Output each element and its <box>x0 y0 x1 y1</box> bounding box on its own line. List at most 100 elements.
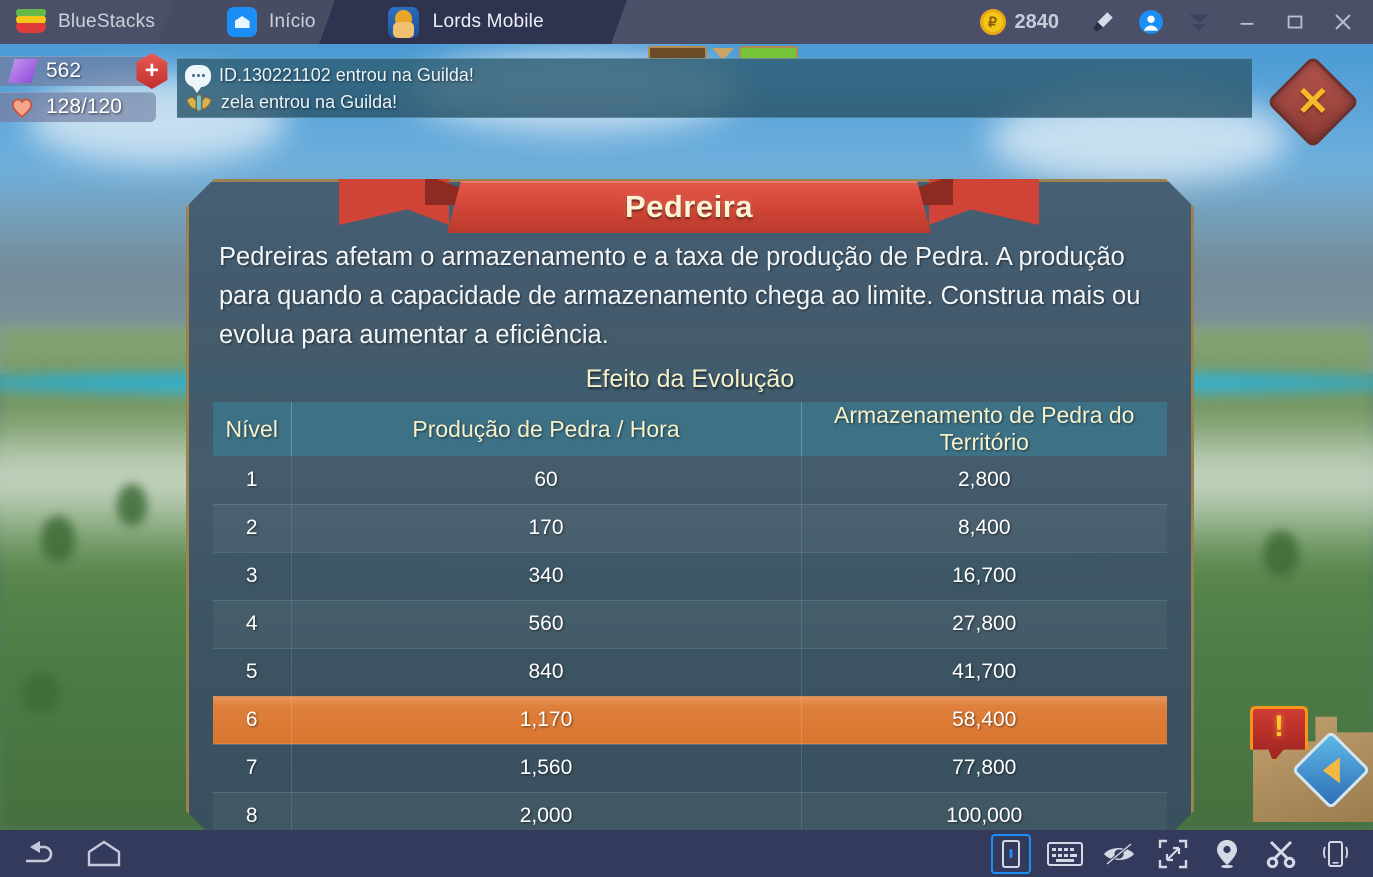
dialog-title: Pedreira <box>624 189 754 224</box>
location-pin-icon[interactable] <box>1207 834 1247 874</box>
home-icon <box>227 7 258 37</box>
eye-off-icon[interactable] <box>1099 834 1139 874</box>
home-outline-icon[interactable] <box>84 834 124 874</box>
chat-line: ID.130221102 entrou na Guilda! <box>185 62 1252 93</box>
gem-value: 562 <box>46 59 82 82</box>
fullscreen-icon[interactable] <box>1153 834 1193 874</box>
gem-resource-row[interactable]: 562 + <box>0 53 168 89</box>
user-profile-icon[interactable] <box>1127 0 1175 44</box>
points-value: 2840 <box>1014 10 1060 33</box>
back-icon[interactable] <box>18 834 58 874</box>
table-row-highlighted: 6 1,170 58,400 <box>213 696 1167 744</box>
cell-level: 6 <box>213 696 291 744</box>
background-tree <box>116 484 147 527</box>
dialog-body: Pedreiras afetam o armazenamento e a tax… <box>189 182 1191 830</box>
scissors-icon[interactable] <box>1261 834 1301 874</box>
chat-bubble-icon <box>185 64 211 93</box>
table-row: 4 560 27,800 <box>213 600 1167 648</box>
game-viewport[interactable]: 562 + 128/120 ID.130221102 entrou na Gui… <box>0 44 1373 830</box>
navigation-buttons <box>0 834 124 874</box>
table-row: 7 1,560 77,800 <box>213 744 1167 792</box>
cell-storage: 77,800 <box>801 744 1167 792</box>
emulator-tools <box>991 833 1373 874</box>
chat-message-text: ID.130221102 entrou na Guilda! <box>219 65 474 85</box>
window-controls: ₽ 2840 <box>979 0 1373 44</box>
tab-lords-mobile[interactable]: Lords Mobile <box>318 0 627 44</box>
bluestacks-bottom-toolbar <box>0 830 1373 877</box>
banner-main: Pedreira <box>447 181 931 233</box>
cell-level: 5 <box>213 648 291 696</box>
cell-production: 1,170 <box>291 696 801 744</box>
close-diamond-shape: ✕ <box>1266 55 1360 149</box>
cell-storage: 2,800 <box>801 456 1167 504</box>
guild-wing-icon <box>185 91 213 115</box>
cell-production: 560 <box>291 600 801 648</box>
cell-storage: 16,700 <box>801 552 1167 600</box>
points-indicator[interactable]: ₽ 2840 <box>979 9 1060 35</box>
cell-level: 1 <box>213 456 291 504</box>
close-dialog-button[interactable]: ✕ <box>1266 55 1360 149</box>
cell-production: 840 <box>291 648 801 696</box>
chat-message-text: zela entrou na Guilda! <box>221 92 398 112</box>
heart-icon <box>8 94 36 120</box>
maximize-icon[interactable] <box>1271 0 1319 44</box>
paintbrush-icon[interactable] <box>1079 0 1127 44</box>
tab-home-label: Início <box>269 11 316 32</box>
dialog-description: Pedreiras afetam o armazenamento e a tax… <box>219 243 1141 349</box>
table-body: 1 60 2,800 2 170 8,400 3 340 16,700 4 56… <box>213 456 1167 830</box>
tab-bluestacks-label: BlueStacks <box>58 11 156 32</box>
minimize-icon[interactable] <box>1223 0 1271 44</box>
table-row: 8 2,000 100,000 <box>213 792 1167 830</box>
shake-phone-icon[interactable] <box>1315 834 1355 874</box>
column-header-level: Nível <box>213 402 291 456</box>
tab-home[interactable]: Início <box>158 0 365 44</box>
cell-production: 2,000 <box>291 792 801 830</box>
cell-level: 2 <box>213 504 291 552</box>
key-mapping-icon[interactable] <box>991 833 1031 874</box>
table-header-row: Nível Produção de Pedra / Hora Armazenam… <box>213 402 1167 456</box>
quarry-info-dialog: Pedreira Pedreiras afetam o armazenament… <box>186 179 1194 830</box>
background-tree <box>1263 531 1300 578</box>
close-x-icon: ✕ <box>1296 79 1330 124</box>
points-coin-icon: ₽ <box>979 9 1006 35</box>
window-tab-bar: BlueStacks Início Lords Mobile ₽ 2840 <box>0 0 1373 44</box>
cell-level: 8 <box>213 792 291 830</box>
bluestacks-window: BlueStacks Início Lords Mobile ₽ 2840 56… <box>0 0 1373 877</box>
close-icon[interactable] <box>1319 0 1367 44</box>
cell-storage: 100,000 <box>801 792 1167 830</box>
guild-chat-notifications[interactable]: ID.130221102 entrou na Guilda! zela entr… <box>177 58 1252 118</box>
cell-storage: 58,400 <box>801 696 1167 744</box>
tab-lords-mobile-label: Lords Mobile <box>432 11 544 32</box>
cell-level: 4 <box>213 600 291 648</box>
cell-storage: 8,400 <box>801 504 1167 552</box>
lords-mobile-app-icon <box>387 6 419 38</box>
table-row: 2 170 8,400 <box>213 504 1167 552</box>
alert-exclamation: ! <box>1274 710 1284 743</box>
column-header-production: Produção de Pedra / Hora <box>291 402 801 456</box>
evolution-effect-title: Efeito da Evolução <box>585 365 795 393</box>
tabbar-spacer <box>604 0 980 44</box>
chevron-down-icon[interactable] <box>1175 0 1223 44</box>
table-row: 3 340 16,700 <box>213 552 1167 600</box>
resource-hud: 562 + 128/120 <box>0 53 168 128</box>
castle-wall-widget[interactable]: ! <box>1248 694 1373 822</box>
evolution-effect-table: Nível Produção de Pedra / Hora Armazenam… <box>213 402 1167 830</box>
background-tree <box>20 672 61 713</box>
cell-production: 170 <box>291 504 801 552</box>
cell-storage: 27,800 <box>801 600 1167 648</box>
table-row: 5 840 41,700 <box>213 648 1167 696</box>
cell-storage: 41,700 <box>801 648 1167 696</box>
tab-bluestacks[interactable]: BlueStacks <box>0 0 181 44</box>
cell-level: 7 <box>213 744 291 792</box>
energy-resource-row[interactable]: 128/120 <box>0 92 156 122</box>
cell-production: 340 <box>291 552 801 600</box>
column-header-storage: Armazenamento de Pedra do Território <box>801 402 1167 456</box>
background-tree <box>41 515 76 562</box>
table-row: 1 60 2,800 <box>213 456 1167 504</box>
on-screen-keyboard-icon[interactable] <box>1045 834 1085 874</box>
gem-icon <box>8 59 38 83</box>
cell-production: 60 <box>291 456 801 504</box>
energy-value: 128/120 <box>46 95 122 118</box>
cell-level: 3 <box>213 552 291 600</box>
bluestacks-logo-icon <box>16 9 46 35</box>
